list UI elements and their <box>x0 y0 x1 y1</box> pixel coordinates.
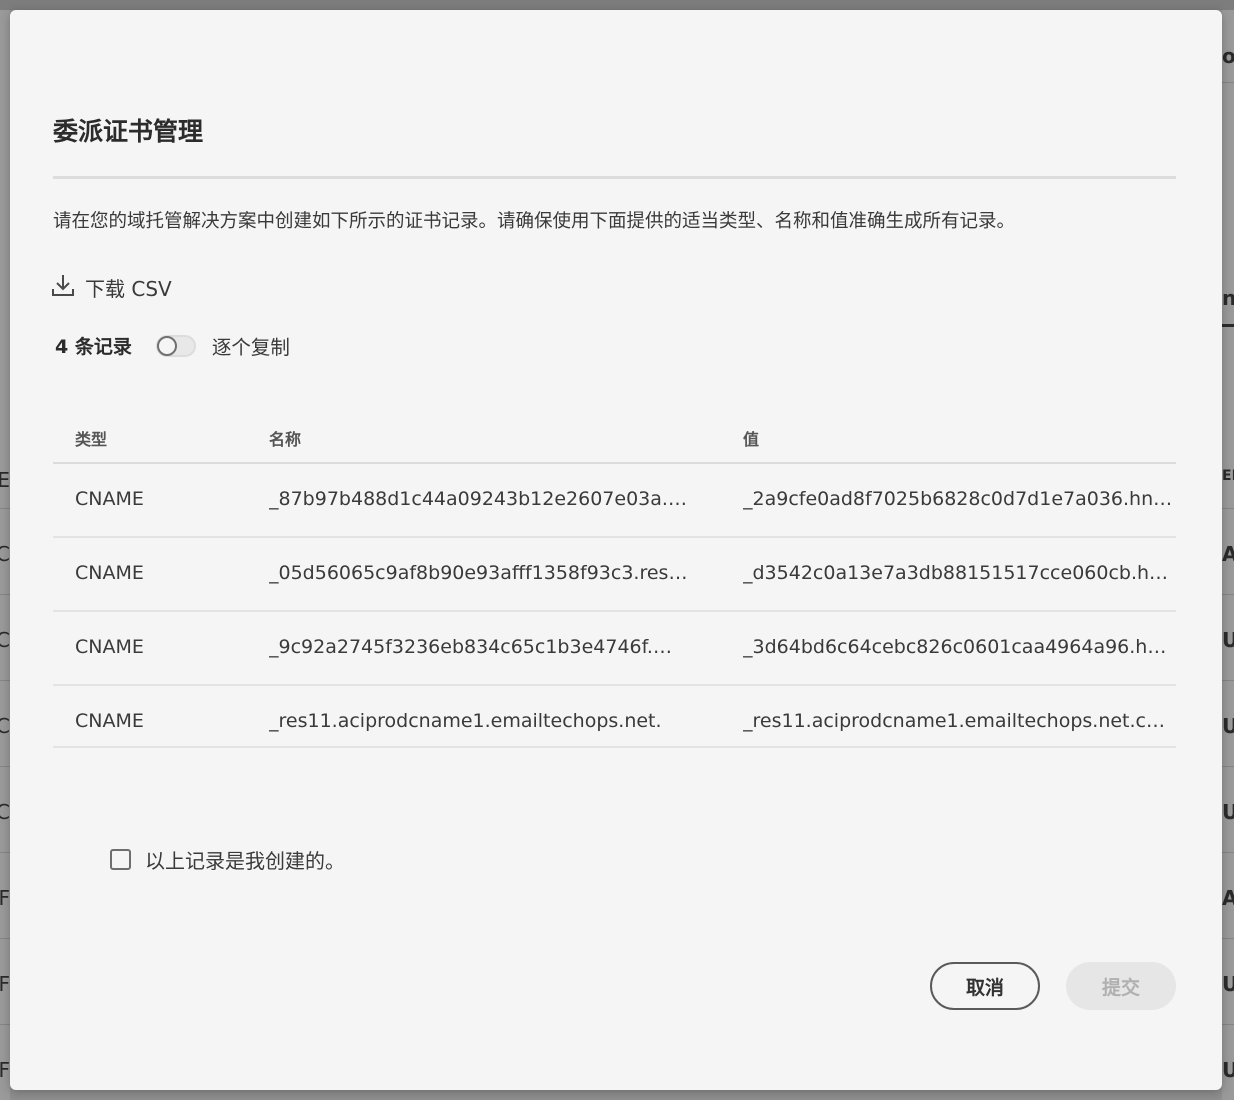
cancel-button[interactable]: 取消 <box>930 962 1040 1010</box>
title-divider <box>53 176 1176 179</box>
background-tab-underline <box>1222 324 1234 327</box>
copy-individually-toggle[interactable] <box>155 334 196 357</box>
background-row-divider <box>0 594 10 595</box>
records-count: 4 条记录 <box>55 336 132 358</box>
records-table: 类型 名称 值 CNAME _87b97b488d1c44a09243b12e2… <box>53 410 1176 748</box>
records-created-checkbox[interactable] <box>110 849 131 870</box>
background-row-divider <box>1222 1024 1234 1025</box>
background-glyph: C <box>0 714 10 738</box>
background-row-divider <box>1222 594 1234 595</box>
column-header-type[interactable]: 类型 <box>75 426 235 450</box>
background-glyph: U <box>1222 972 1234 996</box>
background-glyph: n <box>1222 286 1234 310</box>
cell-value: _d3542c0a13e7a3db88151517cce060cb.hnyzmx… <box>743 562 1173 584</box>
background-glyph: U <box>1222 628 1234 652</box>
table-row[interactable]: CNAME _9c92a2745f3236eb834c65c1b3e4746f.… <box>53 612 1176 686</box>
background-glyph: U <box>1222 1058 1234 1082</box>
background-row-divider <box>0 508 10 509</box>
copy-individually-label: 逐个复制 <box>211 336 290 359</box>
background-glyph: A <box>1222 886 1234 910</box>
dialog-description: 请在您的域托管解决方案中创建如下所示的证书记录。请确保使用下面提供的适当类型、名… <box>53 211 1016 232</box>
background-glyph: F <box>0 886 10 910</box>
background-right-strip: o n ER A U U U A U U <box>1222 10 1234 1100</box>
background-glyph: ER <box>1222 468 1234 484</box>
cell-type: CNAME <box>75 710 144 732</box>
cell-type: CNAME <box>75 562 144 584</box>
background-glyph: U <box>1222 714 1234 738</box>
column-header-name[interactable]: 名称 <box>269 426 689 450</box>
background-row-divider <box>1222 508 1234 509</box>
background-glyph: U <box>1222 800 1234 824</box>
certificate-dialog: 委派证书管理 请在您的域托管解决方案中创建如下所示的证书记录。请确保使用下面提供… <box>10 10 1222 1090</box>
background-glyph: F <box>0 972 10 996</box>
background-left-strip: E C C C C F F F <box>0 10 10 1100</box>
records-created-checkbox-row[interactable]: 以上记录是我创建的。 <box>110 845 345 874</box>
download-csv-label: 下载 CSV <box>85 276 172 301</box>
background-topbar <box>0 0 1234 10</box>
background-glyph: F <box>0 1058 10 1082</box>
background-row-divider <box>1222 766 1234 767</box>
cell-name: _05d56065c9af8b90e93afff1358f93c3.res11.… <box>269 562 689 584</box>
table-row[interactable]: CNAME _res11.aciprodcname1.emailtechops.… <box>53 686 1176 748</box>
download-csv-button[interactable]: 下载 CSV <box>51 272 172 302</box>
table-row[interactable]: CNAME _87b97b488d1c44a09243b12e2607e03a.… <box>53 464 1176 538</box>
records-created-label: 以上记录是我创建的。 <box>145 849 345 873</box>
background-glyph: A <box>1222 542 1234 566</box>
cell-value: _2a9cfe0ad8f7025b6828c0d7d1e7a036.hnyzm.… <box>743 488 1173 510</box>
table-header: 类型 名称 值 <box>53 410 1176 464</box>
background-row-divider <box>0 1024 10 1025</box>
background-glyph: C <box>0 542 10 566</box>
cell-value: _3d64bd6c64cebc826c0601caa4964a96.hnyz..… <box>743 636 1173 658</box>
background-row-divider <box>0 938 10 939</box>
background-glyph: C <box>0 628 10 652</box>
cell-type: CNAME <box>75 488 144 510</box>
column-header-value[interactable]: 值 <box>743 426 1173 450</box>
records-toolbar: 4 条记录 逐个复制 <box>55 331 290 360</box>
background-row-divider <box>1222 82 1234 83</box>
background-glyph: C <box>0 800 10 824</box>
download-icon <box>51 272 75 302</box>
cell-name: _87b97b488d1c44a09243b12e2607e03a.t11.ac… <box>269 488 689 510</box>
cell-name: _9c92a2745f3236eb834c65c1b3e4746f.m11.ac… <box>269 636 689 658</box>
background-row-divider <box>1222 938 1234 939</box>
background-row-divider <box>0 852 10 853</box>
cell-type: CNAME <box>75 636 144 658</box>
toggle-knob <box>156 335 177 356</box>
background-row-divider <box>1222 852 1234 853</box>
background-glyph: E <box>0 468 10 492</box>
cell-value: _res11.aciprodcname1.emailtechops.net.cn… <box>743 710 1173 732</box>
background-glyph: o <box>1222 44 1234 68</box>
background-row-divider <box>1222 680 1234 681</box>
background-row-divider <box>0 680 10 681</box>
submit-button[interactable]: 提交 <box>1066 962 1176 1010</box>
background-row-divider <box>0 766 10 767</box>
table-row[interactable]: CNAME _05d56065c9af8b90e93afff1358f93c3.… <box>53 538 1176 612</box>
cell-name: _res11.aciprodcname1.emailtechops.net. <box>269 710 662 732</box>
dialog-title: 委派证书管理 <box>53 117 204 146</box>
